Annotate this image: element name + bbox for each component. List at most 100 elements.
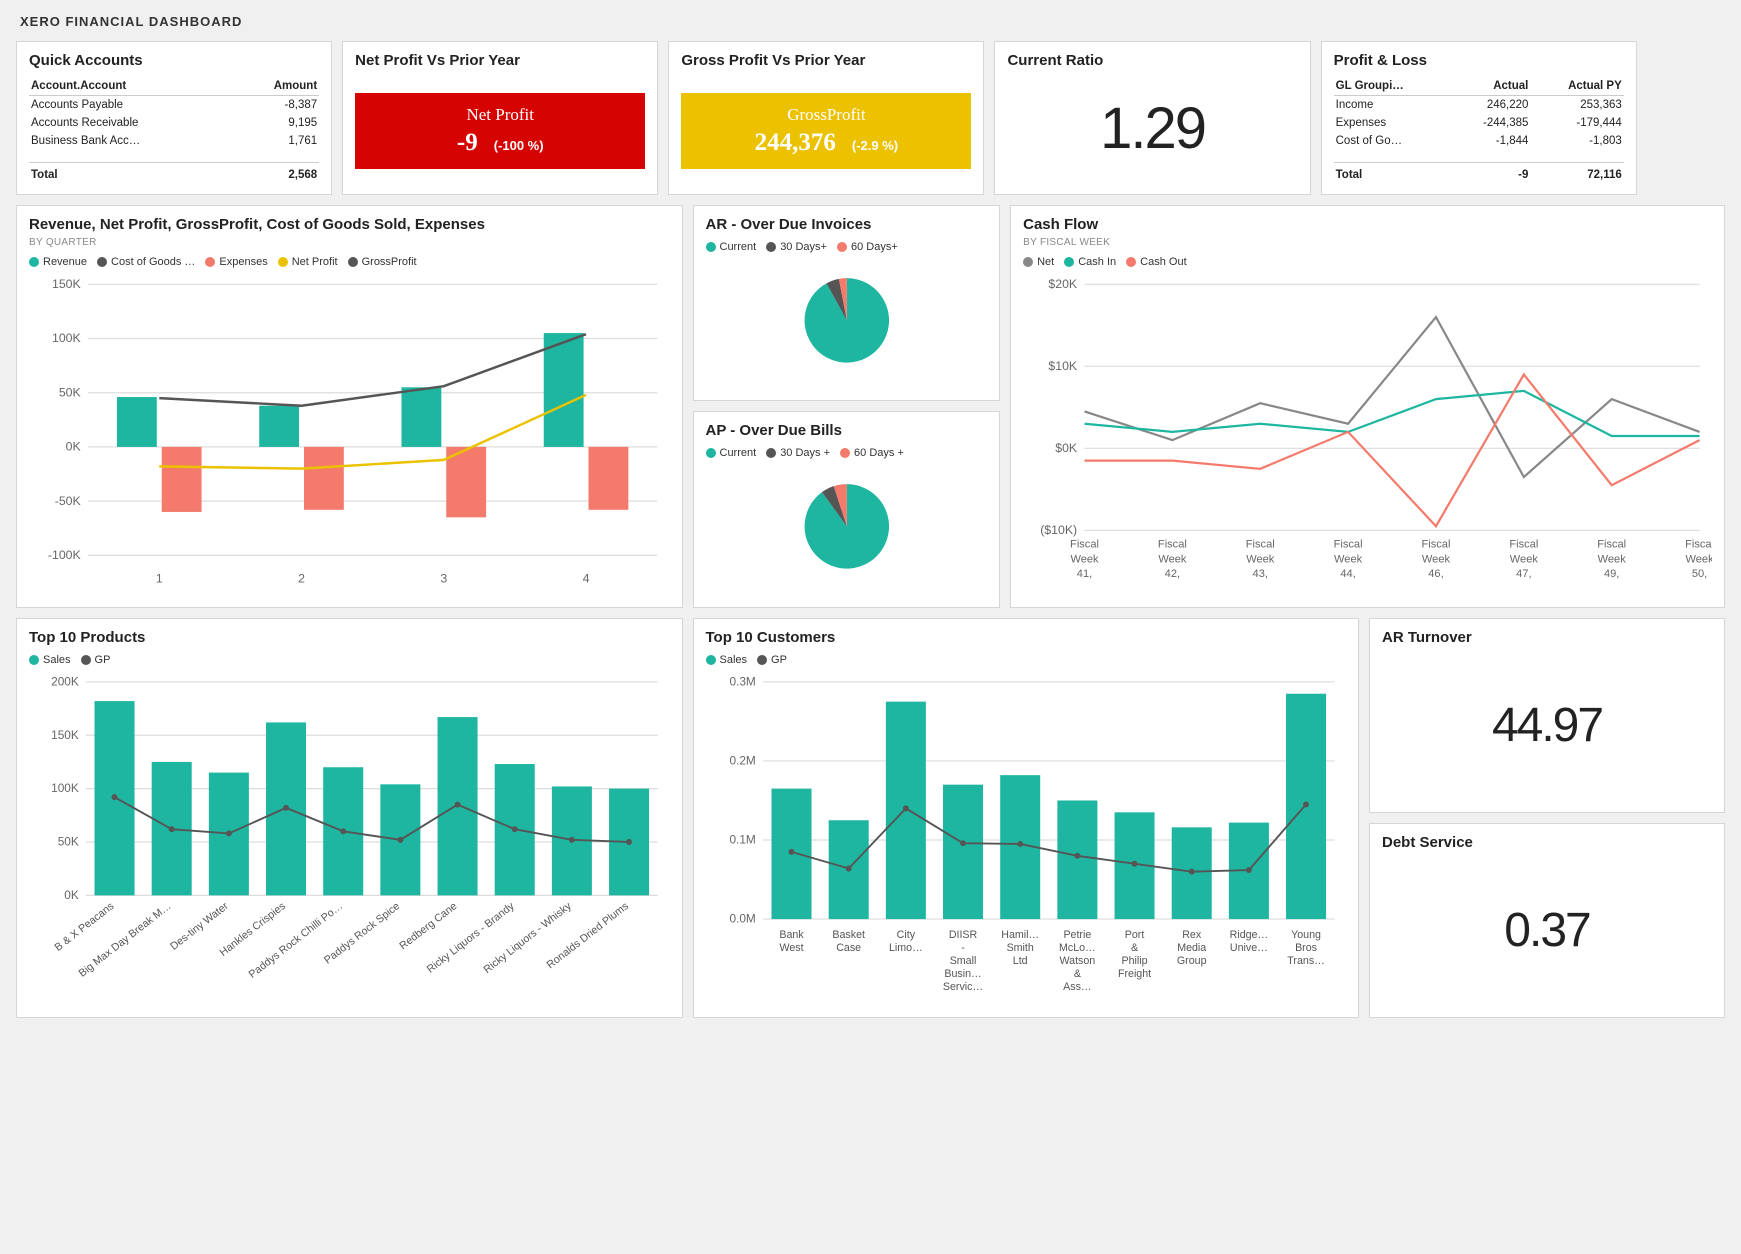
svg-text:-: - (961, 942, 965, 954)
svg-text:50K: 50K (59, 385, 82, 399)
profit-loss-card: Profit & Loss GL Groupi… Actual Actual P… (1321, 41, 1637, 195)
ar-overdue-legend: Current 30 Days+ 60 Days+ (706, 241, 988, 253)
table-row[interactable]: Accounts Receivable 9,195 (29, 114, 319, 132)
svg-text:Bank: Bank (779, 929, 804, 941)
table-row[interactable]: Cost of Go… -1,844 -1,803 (1334, 132, 1624, 150)
svg-text:Week: Week (1598, 553, 1627, 565)
svg-text:&: & (1130, 942, 1137, 954)
quick-accounts-table: Account.Account Amount Accounts Payable … (29, 77, 319, 184)
svg-text:150K: 150K (52, 277, 82, 291)
ap-overdue-card: AP - Over Due Bills Current 30 Days + 60… (693, 411, 1001, 608)
table-row[interactable]: Expenses -244,385 -179,444 (1334, 114, 1624, 132)
svg-text:DIISR: DIISR (948, 929, 977, 941)
svg-text:Fiscal: Fiscal (1246, 538, 1275, 550)
profit-loss-title: Profit & Loss (1334, 52, 1624, 69)
svg-text:$10K: $10K (1049, 358, 1079, 372)
quick-accounts-title: Quick Accounts (29, 52, 319, 69)
svg-text:Fiscal: Fiscal (1158, 538, 1187, 550)
cashflow-card: Cash Flow BY FISCAL WEEK Net Cash In Cas… (1010, 205, 1725, 608)
gross-profit-card: Gross Profit Vs Prior Year GrossProfit 2… (668, 41, 984, 195)
svg-text:50,: 50, (1692, 568, 1707, 580)
ar-turnover-card: AR Turnover 44.97 (1369, 618, 1725, 813)
revenue-chart-subtitle: BY QUARTER (29, 237, 670, 248)
svg-text:Philip: Philip (1121, 955, 1147, 967)
table-row[interactable]: Accounts Payable -8,387 (29, 96, 319, 115)
svg-text:Servic…: Servic… (942, 981, 982, 993)
table-row[interactable]: Income 246,220 253,363 (1334, 96, 1624, 115)
svg-text:Week: Week (1334, 553, 1363, 565)
svg-text:44,: 44, (1341, 568, 1356, 580)
svg-text:Fiscal: Fiscal (1070, 538, 1099, 550)
svg-text:41,: 41, (1077, 568, 1092, 580)
svg-text:Week: Week (1422, 553, 1451, 565)
svg-text:Week: Week (1510, 553, 1539, 565)
svg-text:Limo…: Limo… (888, 942, 922, 954)
ar-turnover-title: AR Turnover (1382, 629, 1712, 646)
svg-text:Week: Week (1246, 553, 1275, 565)
svg-text:0.0M: 0.0M (729, 911, 755, 925)
svg-text:150K: 150K (51, 728, 79, 742)
ap-overdue-pie[interactable] (706, 463, 988, 590)
svg-text:Rex: Rex (1182, 929, 1202, 941)
ar-overdue-card: AR - Over Due Invoices Current 30 Days+ … (693, 205, 1001, 402)
net-profit-box: Net Profit -9 (-100 %) (355, 93, 645, 169)
svg-text:Fiscal: Fiscal (1422, 538, 1451, 550)
svg-text:Port: Port (1124, 929, 1144, 941)
svg-text:City: City (896, 929, 915, 941)
svg-text:Fiscal: Fiscal (1685, 538, 1712, 550)
top-customers-title: Top 10 Customers (706, 629, 1347, 646)
svg-text:Watson: Watson (1059, 955, 1095, 967)
svg-text:Small: Small (949, 955, 976, 967)
svg-text:Smith: Smith (1006, 942, 1033, 954)
svg-text:Big Max Day Break M…: Big Max Day Break M… (77, 900, 174, 979)
table-row[interactable]: Business Bank Acc… 1,761 (29, 132, 319, 150)
cashflow-legend: Net Cash In Cash Out (1023, 256, 1712, 268)
pl-header-gl: GL Groupi… (1334, 77, 1451, 96)
svg-text:Ass…: Ass… (1063, 981, 1091, 993)
top-customers-card: Top 10 Customers Sales GP 0.0M0.1M0.2M0.… (693, 618, 1360, 1018)
svg-text:46,: 46, (1428, 568, 1443, 580)
svg-text:Group: Group (1176, 955, 1206, 967)
gross-profit-box: GrossProfit 244,376 (-2.9 %) (681, 93, 971, 169)
net-profit-card: Net Profit Vs Prior Year Net Profit -9 (… (342, 41, 658, 195)
net-profit-value: -9 (457, 129, 478, 157)
svg-text:Ridge…: Ridge… (1229, 929, 1268, 941)
top-customers-legend: Sales GP (706, 654, 1347, 666)
svg-text:0K: 0K (66, 439, 82, 453)
cashflow-title: Cash Flow (1023, 216, 1712, 233)
top-products-chart[interactable]: 0K50K100K150K200KB & X PeacansBig Max Da… (29, 670, 670, 1002)
cashflow-chart[interactable]: ($10K)$0K$10K$20KFiscalWeek41,FiscalWeek… (1023, 272, 1712, 592)
svg-text:Bros: Bros (1295, 942, 1317, 954)
gross-profit-label: GrossProfit (689, 105, 963, 125)
revenue-chart[interactable]: -100K-50K0K50K100K150K1234 (29, 272, 670, 592)
page-title: XERO FINANCIAL DASHBOARD (20, 14, 1725, 29)
svg-text:West: West (779, 942, 803, 954)
gross-profit-delta: (-2.9 %) (852, 138, 898, 153)
svg-text:3: 3 (440, 571, 447, 585)
qa-header-amount: Amount (234, 77, 320, 96)
revenue-chart-legend: Revenue Cost of Goods … Expenses Net Pro… (29, 256, 670, 268)
svg-text:Petrie: Petrie (1063, 929, 1091, 941)
gross-profit-title: Gross Profit Vs Prior Year (681, 52, 971, 69)
svg-text:-100K: -100K (48, 547, 82, 561)
svg-text:Media: Media (1177, 942, 1206, 954)
svg-text:Week: Week (1686, 553, 1712, 565)
svg-text:Fiscal: Fiscal (1510, 538, 1539, 550)
ar-overdue-pie[interactable] (706, 257, 988, 384)
qa-header-account: Account.Account (29, 77, 234, 96)
svg-text:0.3M: 0.3M (729, 674, 755, 688)
svg-text:0.1M: 0.1M (729, 832, 755, 846)
svg-text:Hamil…: Hamil… (1001, 929, 1039, 941)
svg-text:Trans…: Trans… (1287, 955, 1325, 967)
gross-profit-value: 244,376 (755, 129, 836, 157)
revenue-chart-title: Revenue, Net Profit, GrossProfit, Cost o… (29, 216, 670, 233)
svg-text:100K: 100K (51, 781, 79, 795)
qa-total-row: Total 2,568 (29, 162, 319, 184)
svg-text:0K: 0K (64, 888, 79, 902)
top-customers-chart[interactable]: 0.0M0.1M0.2M0.3MBankWestBasketCaseCityLi… (706, 670, 1347, 1002)
svg-text:49,: 49, (1604, 568, 1619, 580)
svg-text:-50K: -50K (55, 493, 82, 507)
svg-text:Case: Case (836, 942, 861, 954)
current-ratio-card: Current Ratio 1.29 (994, 41, 1310, 195)
svg-text:&: & (1073, 968, 1080, 980)
